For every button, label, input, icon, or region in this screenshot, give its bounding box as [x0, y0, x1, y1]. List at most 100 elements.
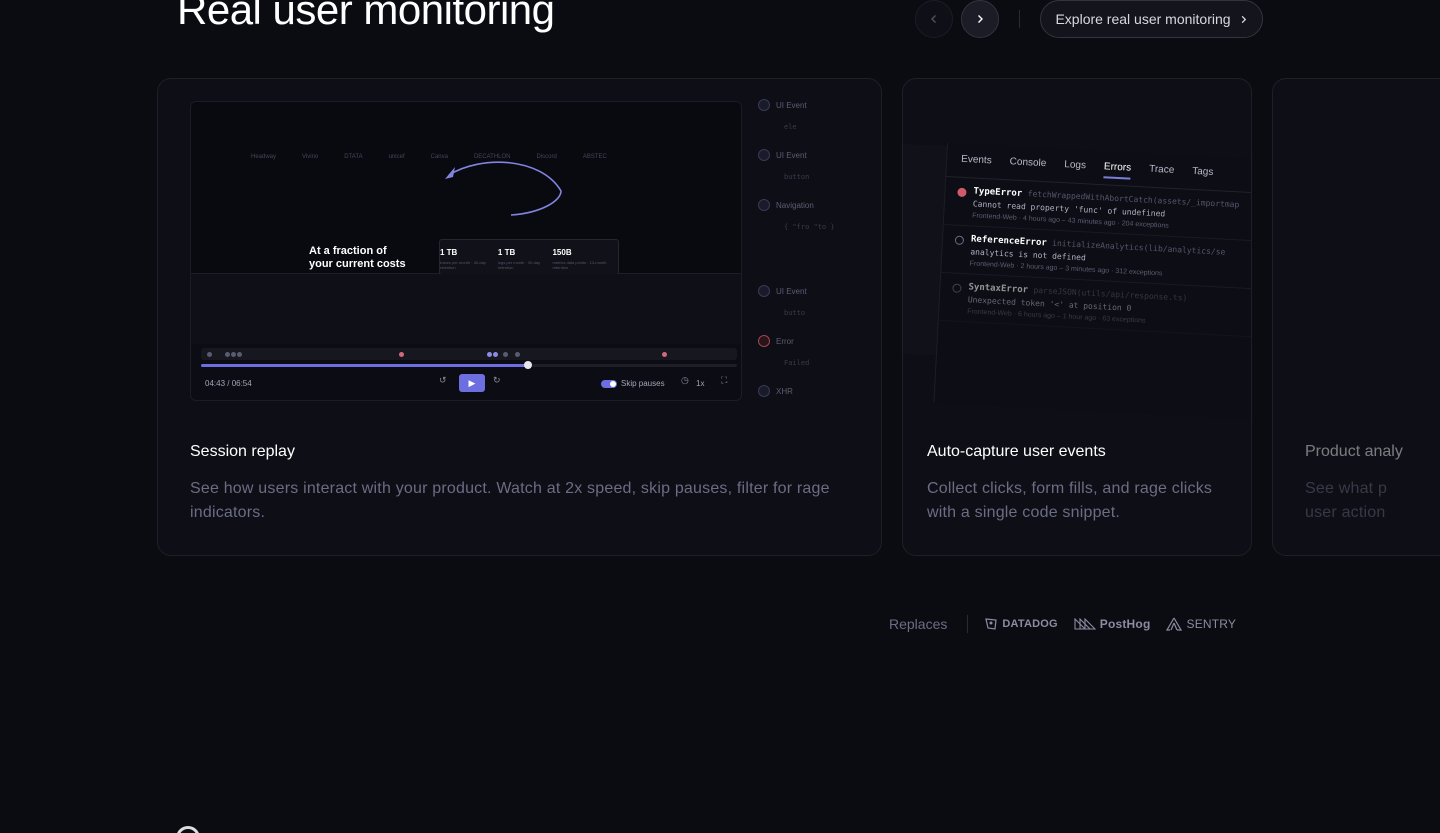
replay-viewport: Headway Vivino DTATA unicef Canva DECATH…	[191, 102, 741, 275]
replaces-label: Replaces	[889, 616, 948, 632]
posthog-icon	[1074, 618, 1096, 630]
event-detail: { "fro "to }	[784, 223, 835, 231]
forward-icon[interactable]: ↻	[493, 375, 501, 386]
carousel-next-button[interactable]	[961, 0, 999, 38]
section-title: Real user monitoring	[177, 0, 555, 33]
card-auto-capture[interactable]: Events Console Logs Errors Trace Tags Ty…	[902, 78, 1252, 556]
tab-events[interactable]: Events	[961, 154, 992, 173]
playback-progress[interactable]	[201, 361, 737, 369]
play-button[interactable]: ▶	[459, 374, 485, 392]
xhr-icon	[758, 385, 770, 397]
tab-logs[interactable]: Logs	[1064, 159, 1086, 177]
error-marker[interactable]	[399, 352, 404, 357]
event-detail: button	[784, 173, 810, 181]
card-description: See how users interact with your product…	[190, 480, 830, 521]
event-item[interactable]: XHR	[758, 385, 793, 397]
card-description: Collect clicks, form fills, and rage cli…	[927, 480, 1213, 521]
sentry-logo: SENTRY	[1166, 617, 1236, 631]
replay-page-body	[191, 274, 741, 344]
navigation-icon	[758, 199, 770, 211]
rewind-icon[interactable]: ↺	[439, 375, 447, 386]
event-timeline[interactable]	[201, 348, 737, 360]
event-item[interactable]: Error	[758, 335, 794, 347]
tab-errors[interactable]: Errors	[1103, 161, 1132, 180]
session-replay-preview: Headway Vivino DTATA unicef Canva DECATH…	[190, 101, 742, 401]
stat-item: 1 TB logs per month · 30-day retention	[498, 248, 553, 274]
chevron-right-icon	[978, 15, 983, 23]
event-detail: butto	[784, 309, 806, 317]
replaces-row: Replaces DATADOG PostHog SENTRY	[889, 615, 1252, 633]
card-title: Session replay	[190, 443, 295, 460]
event-label: UI Event	[776, 286, 807, 296]
brand-name: DATADOG	[1002, 618, 1058, 630]
stats-box: 1 TB traces per month · 30-day retention …	[439, 239, 619, 275]
posthog-logo: PostHog	[1074, 617, 1151, 631]
event-detail: ele	[784, 123, 797, 131]
error-name: SyntaxError	[968, 282, 1029, 296]
progress-fill	[201, 364, 528, 367]
play-icon: ▶	[468, 377, 476, 388]
card-description: See what p user action	[1305, 477, 1440, 525]
headline-line: At a fraction of	[309, 245, 387, 257]
timeline-marker[interactable]	[231, 352, 236, 357]
stat-caption: logs per month · 30-day retention	[497, 260, 541, 270]
tab-console[interactable]: Console	[1009, 156, 1046, 175]
timeline-marker[interactable]	[515, 352, 520, 357]
card-product-analytics[interactable]: Product analy See what p user action	[1272, 78, 1440, 556]
stat-value: 1 TB	[440, 248, 458, 257]
explore-rum-button[interactable]: Explore real user monitoring	[1040, 0, 1263, 38]
chevron-left-icon	[931, 15, 936, 23]
description-line: See what p	[1305, 480, 1388, 497]
event-label: Error	[776, 336, 794, 346]
timeline-marker[interactable]	[503, 352, 508, 357]
event-detail: Failed	[784, 359, 810, 367]
playback-speed[interactable]: 1x	[696, 379, 704, 388]
replaces-divider	[967, 615, 969, 633]
card-title: Auto-capture user events	[927, 443, 1106, 460]
event-item[interactable]: UI Event	[758, 99, 807, 111]
event-label: XHR	[776, 386, 793, 396]
skip-pauses-toggle[interactable]	[601, 380, 617, 388]
logo-text: Vivino	[302, 154, 319, 160]
chevron-right-icon	[1241, 15, 1246, 23]
error-name: ReferenceError	[970, 234, 1048, 249]
footer-logo-icon	[176, 826, 200, 833]
event-label: UI Event	[776, 100, 807, 110]
stat-item: 1 TB traces per month · 30-day retention	[440, 248, 498, 274]
headline-line: your current costs	[309, 258, 406, 270]
speed-icon[interactable]: ◷	[681, 375, 689, 386]
datadog-logo: DATADOG	[984, 617, 1058, 631]
event-item[interactable]: UI Event	[758, 285, 807, 297]
timeline-marker[interactable]	[493, 352, 498, 357]
event-item[interactable]: UI Event	[758, 149, 807, 161]
errors-panel-preview: Events Console Logs Errors Trace Tags Ty…	[933, 143, 1251, 420]
card-session-replay[interactable]: Headway Vivino DTATA unicef Canva DECATH…	[157, 78, 882, 556]
stat-value: 1 TB	[497, 248, 516, 257]
logo-text: DTATA	[344, 154, 363, 160]
timeline-marker[interactable]	[237, 352, 242, 357]
card-title: Product analy	[1305, 443, 1403, 460]
explore-rum-label: Explore real user monitoring	[1055, 11, 1231, 27]
tab-trace[interactable]: Trace	[1149, 164, 1175, 182]
progress-handle[interactable]	[523, 361, 532, 369]
page: Real user monitoring Explore real user m…	[0, 0, 1440, 833]
sentry-icon	[1166, 617, 1183, 631]
timeline-marker[interactable]	[487, 352, 492, 357]
ui-event-icon	[758, 285, 770, 297]
event-label: UI Event	[776, 150, 807, 160]
timeline-marker[interactable]	[207, 352, 212, 357]
replay-event-list: UI Event ele UI Event button Navigation …	[758, 95, 878, 405]
fullscreen-icon[interactable]: ⛶	[721, 375, 727, 386]
error-name: TypeError	[973, 186, 1023, 199]
stat-caption: traces per month · 30-day retention	[440, 260, 486, 270]
error-marker[interactable]	[662, 352, 667, 357]
tab-tags[interactable]: Tags	[1192, 166, 1214, 184]
playback-time: 04:43 / 06:54	[205, 379, 252, 388]
timeline-marker[interactable]	[225, 352, 230, 357]
event-item[interactable]: Navigation	[758, 199, 814, 211]
stat-caption: metrics data points · 13-month retention	[552, 260, 607, 270]
carousel-prev-button[interactable]	[915, 0, 953, 38]
error-icon	[758, 335, 770, 347]
brand-name: PostHog	[1099, 617, 1151, 631]
logo-text: Headway	[251, 154, 277, 160]
